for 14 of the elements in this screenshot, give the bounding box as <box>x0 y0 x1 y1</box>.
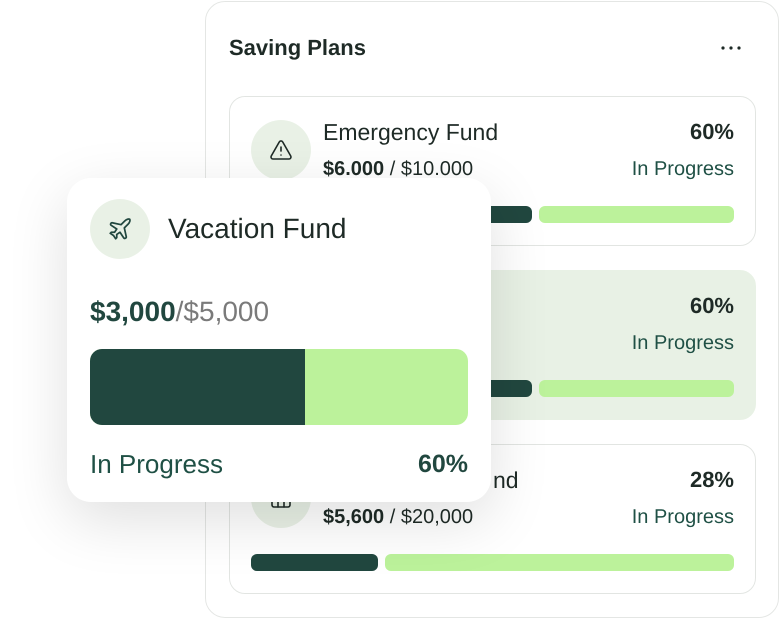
plan-percent: 28% <box>690 466 734 494</box>
plan-amount: $6.000 / $10.000 <box>323 157 474 182</box>
plan-percent: 60% <box>690 292 734 320</box>
plan-title: Emergency Fund <box>323 118 498 146</box>
plan-amount: $5,600 / $20,000 <box>323 505 474 530</box>
panel-title: Saving Plans <box>229 34 366 62</box>
fund-percent: 60% <box>418 449 468 479</box>
more-icon <box>721 46 741 50</box>
fund-status: In Progress <box>90 449 223 479</box>
plan-status: In Progress <box>632 505 734 530</box>
plan-status: In Progress <box>632 157 734 182</box>
plan-percent: 60% <box>690 118 734 146</box>
plan-title: nd <box>493 466 519 494</box>
plan-status: In Progress <box>632 331 734 356</box>
